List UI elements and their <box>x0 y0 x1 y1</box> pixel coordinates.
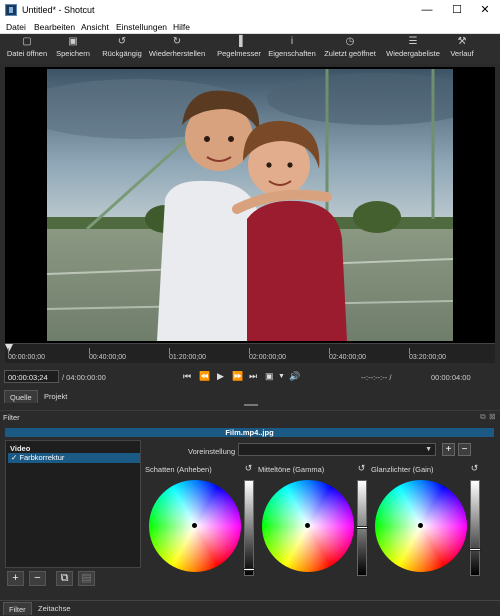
ruler-label: 02:40:00;00 <box>329 354 366 361</box>
meter-button[interactable]: ▐ Pegelmesser <box>217 36 261 62</box>
filter-list-heading: Video <box>10 444 31 453</box>
skip-end-icon[interactable]: ⏭ <box>249 371 257 382</box>
menu-hilfe[interactable]: Hilfe <box>173 22 190 32</box>
folder-open-icon: ▢ <box>22 36 32 47</box>
filter-list[interactable]: Video ✓ Farbkorrektur <box>5 440 141 568</box>
window-title: Untitled* - Shotcut <box>22 5 95 15</box>
save-icon: ▣ <box>68 36 78 47</box>
shadows-color-wheel[interactable] <box>149 480 241 572</box>
shadows-slider-handle[interactable] <box>243 568 255 571</box>
playlist-icon: ☰ <box>408 36 418 47</box>
ruler-label: 02:00:00;00 <box>249 354 286 361</box>
save-button[interactable]: ▣ Speichern <box>53 36 93 62</box>
position-timecode[interactable]: 00:00:03;24 <box>4 370 59 383</box>
filter-panel-title: Filter <box>3 413 20 422</box>
reset-icon[interactable]: ↺ <box>356 463 367 474</box>
menu-datei[interactable]: Datei <box>6 22 26 32</box>
info-icon: i <box>290 36 294 47</box>
ruler-label: 00:00:00;00 <box>8 354 45 361</box>
fast-forward-icon[interactable]: ⏩ <box>232 371 243 382</box>
video-player[interactable] <box>5 67 495 343</box>
paste-filter-button[interactable]: ▤ <box>78 571 95 586</box>
ruler-label: 00:40:00;00 <box>89 354 126 361</box>
copy-filter-button[interactable]: ⧉ <box>56 571 73 586</box>
filter-clip-title: Film.mp4..jpg <box>5 428 494 437</box>
splitter-handle[interactable] <box>244 404 258 406</box>
rewind-icon[interactable]: ⏪ <box>199 371 210 382</box>
toolbar: ▢ Datei öffnen ▣ Speichern ↺ Rückgängig … <box>0 34 500 64</box>
menu-bearbeiten[interactable]: Bearbeiten <box>34 22 75 32</box>
clock-icon: ◷ <box>345 36 355 47</box>
filter-item-label: Farbkorrektur <box>19 453 65 462</box>
meter-icon: ▐ <box>235 36 243 47</box>
undo-icon: ↺ <box>117 36 127 47</box>
checkmark-icon[interactable]: ✓ <box>11 453 17 462</box>
midtones-color-wheel[interactable] <box>262 480 354 572</box>
menu-bar: Datei Bearbeiten Ansicht Einstellungen H… <box>0 20 500 34</box>
tab-source[interactable]: Quelle <box>4 390 38 403</box>
tab-project[interactable]: Projekt <box>39 390 72 403</box>
filter-panel-header: Filter ⧉ ⊠ <box>0 410 500 424</box>
timeline-ruler[interactable]: 00:00:00;00 00:40:00;00 01:20:00;00 02:0… <box>5 343 495 363</box>
maximize-button[interactable]: ☐ <box>442 0 472 20</box>
ruler-label: 01:20:00;00 <box>169 354 206 361</box>
preview-image <box>47 69 453 341</box>
reset-icon[interactable]: ↺ <box>243 463 254 474</box>
minimize-button[interactable]: — <box>412 0 442 20</box>
duration-label: / 04:00:00:00 <box>62 373 106 382</box>
midtones-slider[interactable] <box>356 480 368 576</box>
ruler-label: 03:20:00;00 <box>409 354 446 361</box>
shotcut-logo-icon <box>5 4 17 16</box>
zoom-fit-icon[interactable]: ▣ <box>265 371 274 382</box>
preset-dropdown[interactable]: ▼ <box>238 443 436 456</box>
bottom-tab-bar: Filter Zeitachse <box>0 600 500 616</box>
add-preset-button[interactable]: + <box>442 443 455 456</box>
volume-icon[interactable]: 🔊 <box>289 371 300 382</box>
open-file-button[interactable]: ▢ Datei öffnen <box>4 36 50 62</box>
remove-preset-button[interactable]: − <box>458 443 471 456</box>
recent-button[interactable]: ◷ Zuletzt geöffnet <box>321 36 379 62</box>
history-button[interactable]: ⚒ Verlauf <box>445 36 479 62</box>
out-timecode: 00:00:04:00 <box>431 373 471 382</box>
shadows-slider[interactable] <box>243 480 255 576</box>
list-item[interactable]: ✓ Farbkorrektur <box>8 453 140 463</box>
midtones-slider-handle[interactable] <box>356 526 368 529</box>
playhead-icon[interactable] <box>5 344 13 352</box>
redo-icon: ↻ <box>172 36 182 47</box>
transport-bar: 00:00:03;24 / 04:00:00:00 ⏮ ⏪ ▶ ⏩ ⏭ ▣ ▼ … <box>0 365 500 387</box>
title-bar: Untitled* - Shotcut — ☐ ✕ <box>0 0 500 20</box>
tab-filter[interactable]: Filter <box>3 602 32 615</box>
playlist-button[interactable]: ☰ Wiedergabeliste <box>385 36 441 62</box>
midtones-label: Mitteltöne (Gamma) <box>258 465 325 474</box>
highlights-slider[interactable] <box>469 480 481 576</box>
wheel-marker[interactable] <box>192 523 197 528</box>
menu-ansicht[interactable]: Ansicht <box>81 22 109 32</box>
close-panel-icon[interactable]: ⊠ <box>489 412 496 421</box>
wheel-marker[interactable] <box>418 523 423 528</box>
close-button[interactable]: ✕ <box>470 0 500 20</box>
highlights-color-wheel[interactable] <box>375 480 467 572</box>
reset-icon[interactable]: ↺ <box>469 463 480 474</box>
add-filter-button[interactable]: + <box>7 571 24 586</box>
remove-filter-button[interactable]: − <box>29 571 46 586</box>
play-icon[interactable]: ▶ <box>217 371 224 382</box>
wheel-marker[interactable] <box>305 523 310 528</box>
skip-start-icon[interactable]: ⏮ <box>183 371 191 382</box>
menu-einstellungen[interactable]: Einstellungen <box>116 22 167 32</box>
properties-button[interactable]: i Eigenschaften <box>267 36 317 62</box>
shadows-label: Schatten (Anheben) <box>145 465 212 474</box>
history-icon: ⚒ <box>457 36 467 47</box>
highlights-label: Glanzlichter (Gain) <box>371 465 434 474</box>
undo-button[interactable]: ↺ Rückgängig <box>100 36 144 62</box>
chevron-down-icon: ▼ <box>425 446 432 453</box>
preset-label: Voreinstellung <box>188 447 236 456</box>
highlights-slider-handle[interactable] <box>469 548 481 551</box>
chevron-down-icon[interactable]: ▼ <box>278 373 285 380</box>
tab-timeline[interactable]: Zeitachse <box>33 602 76 615</box>
float-icon[interactable]: ⧉ <box>480 412 486 422</box>
redo-button[interactable]: ↻ Wiederherstellen <box>148 36 206 62</box>
in-out-label: --:--:--:-- / <box>361 373 392 382</box>
